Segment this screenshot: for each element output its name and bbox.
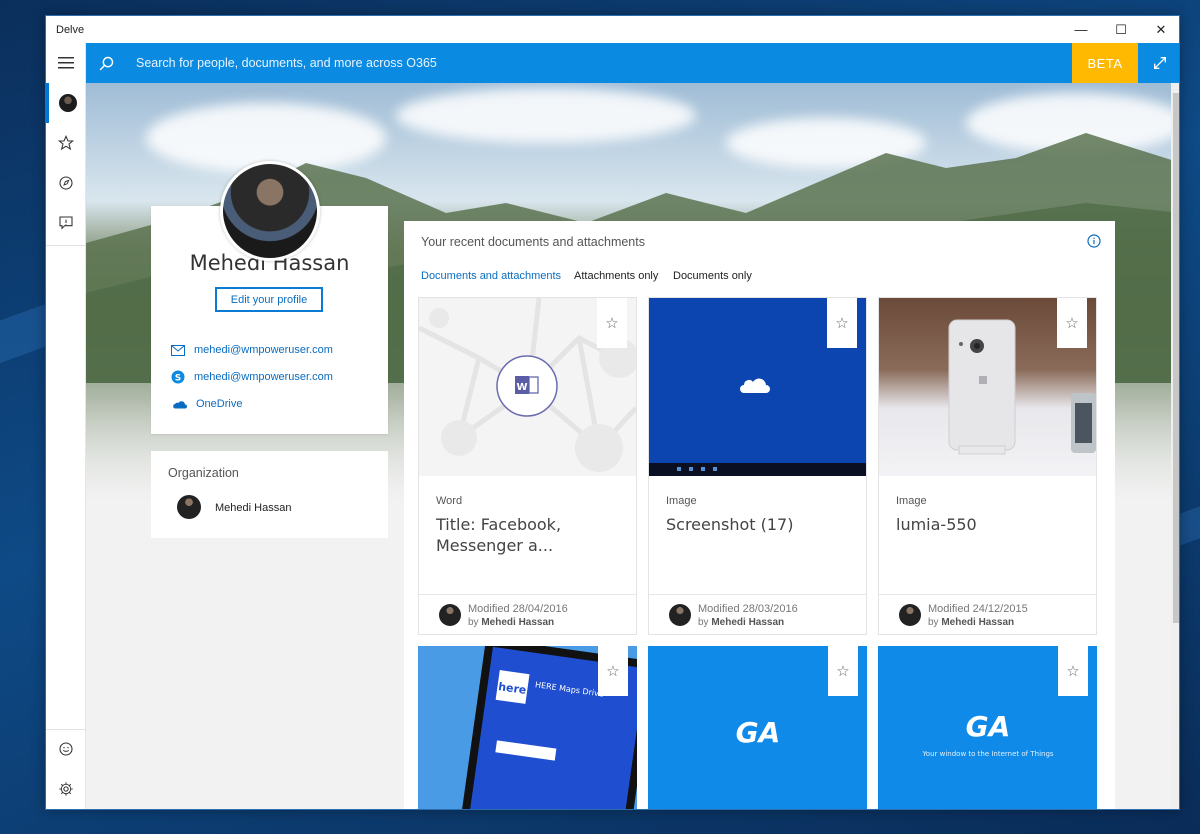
filter-documents-and-attachments[interactable]: Documents and attachments (421, 270, 561, 282)
document-title: Screenshot (17) (666, 515, 794, 534)
rail-discover-button[interactable] (46, 163, 86, 203)
avatar (439, 604, 461, 626)
author-name[interactable]: Mehedi Hassan (711, 617, 784, 628)
svg-text:GA: GA (736, 716, 781, 749)
recent-documents-panel: Your recent documents and attachments Do… (404, 221, 1115, 809)
profile-photo[interactable] (220, 161, 320, 261)
favorite-star-button[interactable]: ☆ (597, 298, 627, 348)
filter-attachments-only[interactable]: Attachments only (574, 270, 658, 282)
star-icon: ☆ (836, 663, 850, 680)
svg-text:S: S (175, 374, 181, 384)
contact-email[interactable]: mehedi@wmpoweruser.com (171, 342, 333, 358)
avatar (899, 604, 921, 626)
document-type: Image (666, 495, 697, 507)
document-title: lumia-550 (896, 515, 977, 534)
avatar (669, 604, 691, 626)
document-footer: Modified 24/12/2015 by Mehedi Hassan (879, 594, 1096, 634)
document-footer: Modified 28/03/2016 by Mehedi Hassan (649, 594, 866, 634)
skype-icon: S (171, 370, 185, 384)
avatar (58, 94, 77, 112)
favorite-star-button[interactable]: ☆ (598, 646, 628, 696)
star-icon: ☆ (1066, 663, 1080, 680)
modified-date: Modified 24/12/2015 (928, 603, 1028, 615)
document-card[interactable]: GA ☆ (648, 646, 867, 809)
avatar[interactable] (177, 495, 201, 519)
rail-smiley-button[interactable] (46, 729, 86, 769)
star-icon: ☆ (835, 315, 849, 332)
contact-onedrive[interactable]: OneDrive (171, 396, 242, 412)
hamburger-menu-button[interactable] (46, 43, 86, 83)
author-line: by Mehedi Hassan (928, 617, 1015, 628)
svg-text:Your window to the Internet of: Your window to the Internet of Things (921, 750, 1053, 758)
document-card[interactable]: ☆ Image Screenshot (17) Modified 28/03/2… (648, 297, 867, 635)
favorite-star-button[interactable]: ☆ (1058, 646, 1088, 696)
close-button[interactable]: ✕ (1141, 16, 1179, 43)
favorite-star-button[interactable]: ☆ (828, 646, 858, 696)
mail-icon (171, 344, 185, 356)
star-icon: ☆ (606, 663, 620, 680)
contact-skype-text: mehedi@wmpoweruser.com (194, 371, 333, 383)
rail-divider (46, 245, 86, 246)
favorite-star-button[interactable]: ☆ (827, 298, 857, 348)
scrollbar-thumb[interactable] (1173, 93, 1179, 623)
organization-member-name[interactable]: Mehedi Hassan (215, 502, 291, 514)
contact-onedrive-text: OneDrive (196, 398, 243, 410)
star-icon: ☆ (1065, 315, 1079, 332)
organization-card: Organization Mehedi Hassan (151, 451, 388, 538)
author-line: by Mehedi Hassan (468, 617, 555, 628)
rail-favorites-button[interactable] (46, 123, 86, 163)
expand-icon (1153, 57, 1166, 69)
document-card[interactable]: ☆ Image lumia-550 Modified 24/12/2015 by… (878, 297, 1097, 635)
modified-date: Modified 28/04/2016 (468, 603, 568, 615)
document-footer: Modified 28/04/2016 by Mehedi Hassan (419, 594, 636, 634)
smiley-icon (59, 742, 73, 756)
svg-text:W: W (516, 382, 527, 393)
onedrive-icon (173, 401, 187, 409)
star-icon (58, 135, 74, 151)
favorite-star-button[interactable]: ☆ (1057, 298, 1087, 348)
left-navigation-rail (46, 43, 86, 809)
rail-profile-button[interactable] (46, 83, 86, 123)
edit-profile-button[interactable]: Edit your profile (215, 287, 323, 312)
search-icon[interactable] (98, 55, 115, 72)
document-card[interactable]: here HERE Maps Drive ☆ (418, 646, 637, 809)
documents-title: Your recent documents and attachments (421, 235, 645, 249)
delve-window: Delve — ☐ ✕ Search for people, documents… (45, 15, 1180, 810)
maximize-button[interactable]: ☐ (1101, 16, 1141, 43)
beta-badge[interactable]: BETA (1072, 43, 1138, 83)
author-name[interactable]: Mehedi Hassan (481, 617, 554, 628)
rail-feedback-button[interactable] (46, 203, 86, 243)
document-card[interactable]: W ☆ Word Title: Facebook, Messenger a...… (418, 297, 637, 635)
app-title: Delve (56, 24, 85, 36)
organization-title: Organization (168, 466, 239, 480)
feedback-icon (59, 216, 73, 230)
document-type: Word (436, 495, 463, 507)
minimize-button[interactable]: — (1061, 16, 1101, 43)
modified-date: Modified 28/03/2016 (698, 603, 798, 615)
svg-text:GA: GA (966, 710, 1011, 743)
filter-documents-only[interactable]: Documents only (673, 270, 752, 282)
menu-icon (58, 57, 74, 69)
search-input[interactable]: Search for people, documents, and more a… (136, 56, 437, 70)
compass-icon (59, 176, 73, 190)
title-bar: Delve — ☐ ✕ (46, 16, 1179, 43)
document-title: Title: Facebook, Messenger a... (436, 515, 562, 555)
profile-page: Mehedi Hassan Edit your profile mehedi@w… (86, 83, 1179, 809)
gear-icon (59, 782, 73, 796)
fullscreen-button[interactable] (1138, 43, 1179, 83)
search-bar: Search for people, documents, and more a… (86, 43, 1179, 83)
contact-skype[interactable]: S mehedi@wmpoweruser.com (171, 369, 333, 385)
document-card[interactable]: GA Your window to the Internet of Things… (878, 646, 1097, 809)
vertical-scrollbar[interactable] (1171, 83, 1179, 809)
author-name[interactable]: Mehedi Hassan (941, 617, 1014, 628)
star-icon: ☆ (605, 315, 619, 332)
info-icon[interactable] (1087, 234, 1101, 248)
author-line: by Mehedi Hassan (698, 617, 785, 628)
contact-email-text: mehedi@wmpoweruser.com (194, 344, 333, 356)
document-type: Image (896, 495, 927, 507)
rail-settings-button[interactable] (46, 769, 86, 809)
